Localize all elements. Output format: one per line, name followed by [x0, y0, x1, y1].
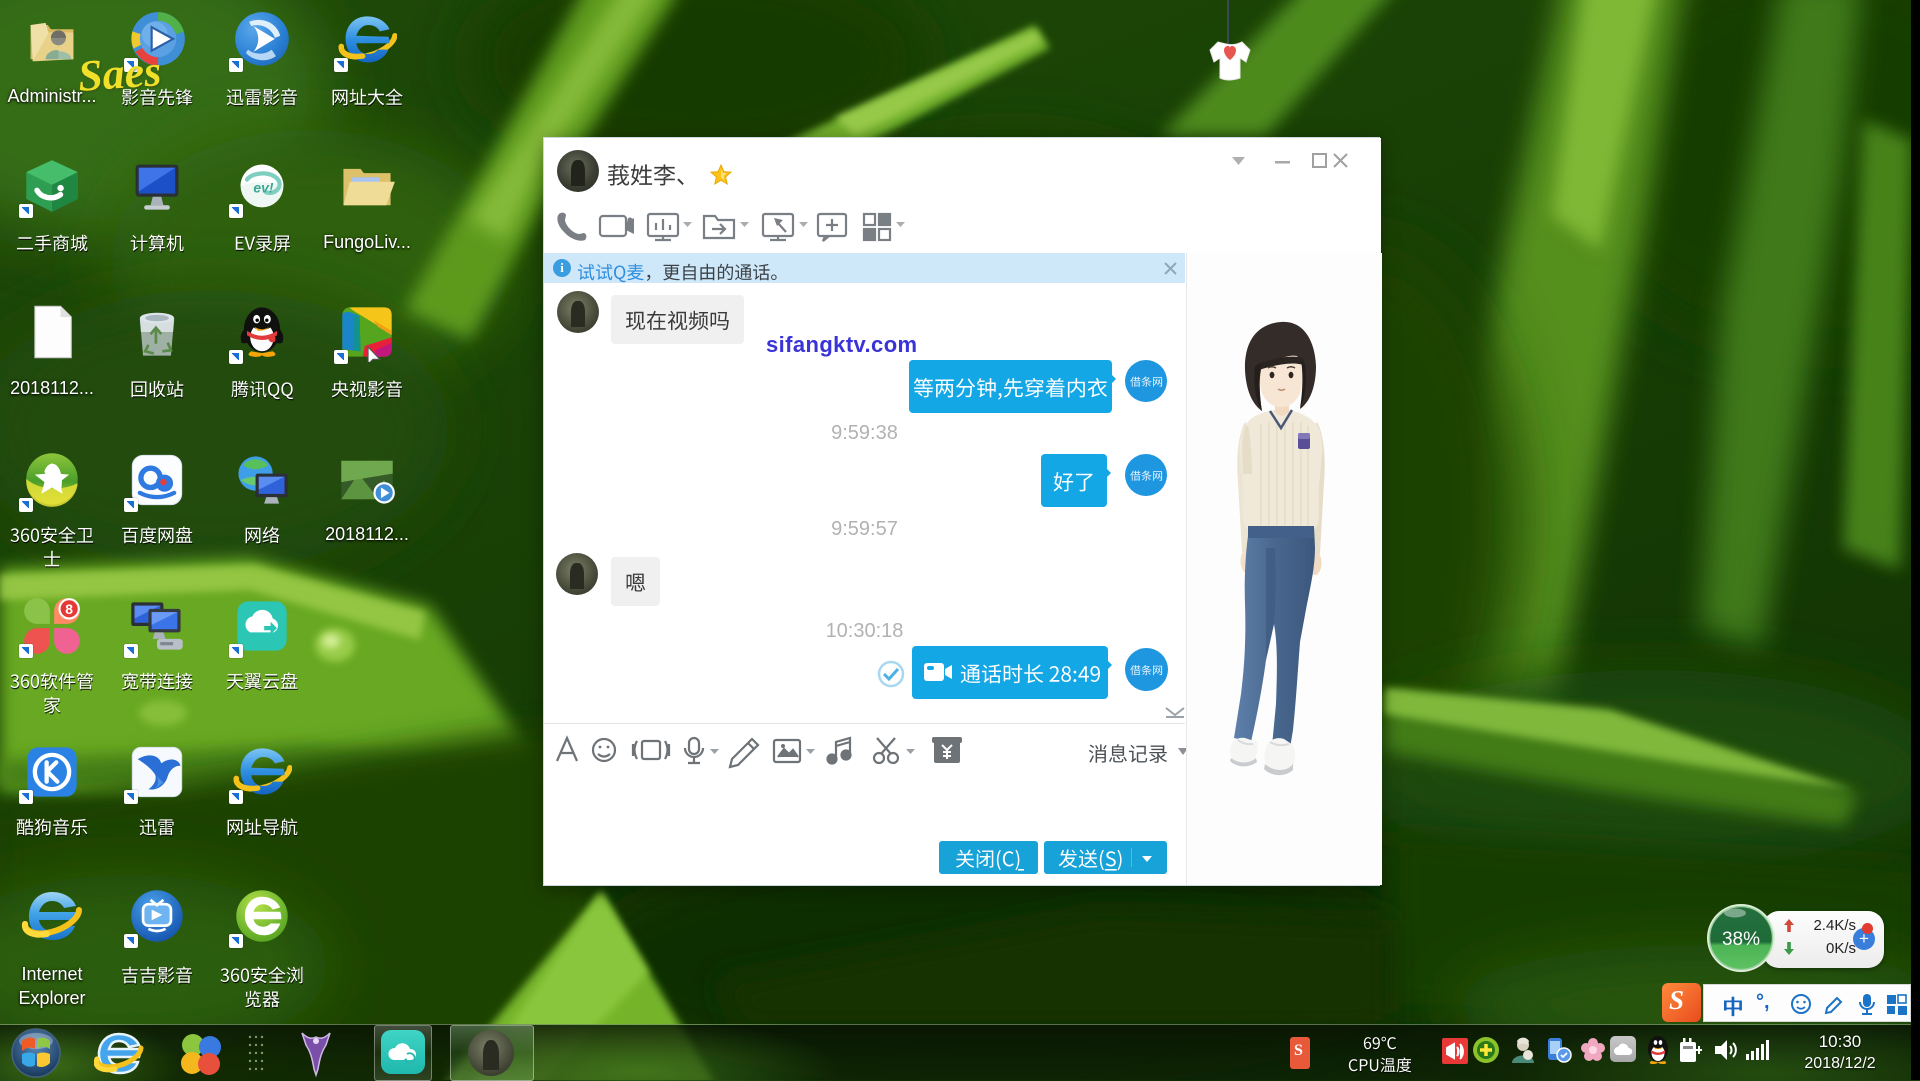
- svg-text:38%: 38%: [1722, 929, 1760, 950]
- svg-text:8: 8: [65, 601, 73, 617]
- svg-text:ev!: ev!: [253, 179, 273, 195]
